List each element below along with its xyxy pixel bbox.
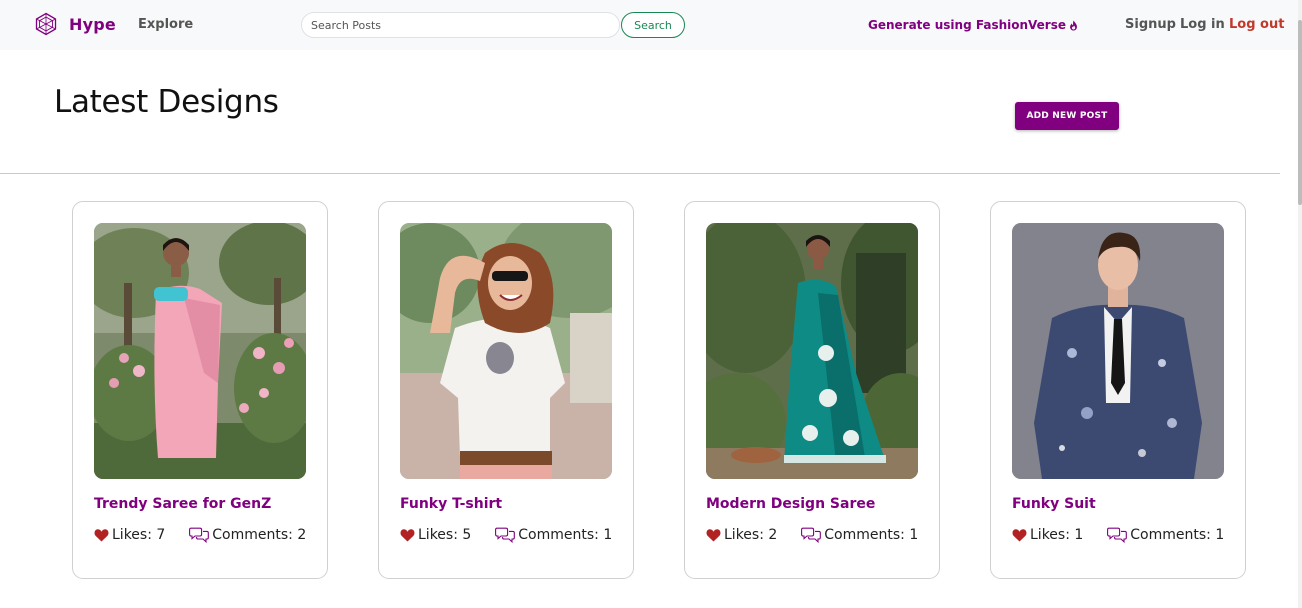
- post-card[interactable]: Funky Suit Likes: 1 Comments: 1: [990, 201, 1246, 579]
- nav-link-logout[interactable]: Log out: [1229, 17, 1284, 32]
- likes-count: Likes: 1: [1030, 527, 1083, 543]
- post-image-pink-saree[interactable]: [94, 223, 306, 479]
- page: Hype Explore Search Generate using Fashi…: [0, 0, 1302, 608]
- heart-icon: [1012, 528, 1027, 542]
- post-card[interactable]: Trendy Saree for GenZ Likes: 7 Comments:…: [72, 201, 328, 579]
- likes-stat[interactable]: Likes: 7: [94, 527, 165, 543]
- generate-fashionverse-link[interactable]: Generate using FashionVerse: [868, 18, 1078, 32]
- likes-count: Likes: 2: [724, 527, 777, 543]
- search-input[interactable]: [301, 12, 620, 38]
- post-title[interactable]: Modern Design Saree: [706, 496, 875, 512]
- flame-icon: [1069, 20, 1078, 31]
- comments-count: Comments: 1: [518, 527, 612, 543]
- chat-bubbles-icon: [189, 527, 209, 543]
- page-scrollbar[interactable]: [1298, 0, 1302, 608]
- brand-name: Hype: [69, 15, 116, 34]
- nav-link-login[interactable]: Log in: [1180, 17, 1225, 32]
- post-image-white-tshirt[interactable]: [400, 223, 612, 479]
- heart-icon: [94, 528, 109, 542]
- nav-link-explore[interactable]: Explore: [138, 17, 193, 32]
- post-title[interactable]: Trendy Saree for GenZ: [94, 496, 271, 512]
- header-divider: [0, 173, 1280, 174]
- post-title[interactable]: Funky Suit: [1012, 496, 1096, 512]
- heart-icon: [400, 528, 415, 542]
- post-stats: Likes: 1 Comments: 1: [1012, 527, 1224, 543]
- post-card[interactable]: Funky T-shirt Likes: 5 Comments: 1: [378, 201, 634, 579]
- likes-count: Likes: 5: [418, 527, 471, 543]
- post-stats: Likes: 5 Comments: 1: [400, 527, 612, 543]
- likes-stat[interactable]: Likes: 5: [400, 527, 471, 543]
- page-title: Latest Designs: [54, 84, 279, 120]
- post-image-galaxy-suit[interactable]: [1012, 223, 1224, 479]
- generate-label: Generate using FashionVerse: [868, 18, 1066, 32]
- scrollbar-thumb[interactable]: [1298, 20, 1302, 205]
- chat-bubbles-icon: [1107, 527, 1127, 543]
- navbar: Hype Explore Search Generate using Fashi…: [0, 0, 1298, 50]
- post-image-teal-saree[interactable]: [706, 223, 918, 479]
- comments-count: Comments: 1: [1130, 527, 1224, 543]
- post-stats: Likes: 7 Comments: 2: [94, 527, 306, 543]
- chat-bubbles-icon: [495, 527, 515, 543]
- search-button[interactable]: Search: [621, 12, 685, 38]
- comments-stat[interactable]: Comments: 1: [801, 527, 918, 543]
- add-new-post-button[interactable]: ADD NEW POST: [1015, 102, 1119, 130]
- comments-stat[interactable]: Comments: 2: [189, 527, 306, 543]
- post-stats: Likes: 2 Comments: 1: [706, 527, 918, 543]
- comments-count: Comments: 1: [824, 527, 918, 543]
- comments-stat[interactable]: Comments: 1: [1107, 527, 1224, 543]
- comments-count: Comments: 2: [212, 527, 306, 543]
- hexagon-logo-icon: [34, 12, 58, 36]
- comments-stat[interactable]: Comments: 1: [495, 527, 612, 543]
- post-card[interactable]: Modern Design Saree Likes: 2 Comments: 1: [684, 201, 940, 579]
- nav-link-signup[interactable]: Signup: [1125, 17, 1176, 32]
- likes-count: Likes: 7: [112, 527, 165, 543]
- likes-stat[interactable]: Likes: 1: [1012, 527, 1083, 543]
- chat-bubbles-icon: [801, 527, 821, 543]
- brand-link[interactable]: Hype: [34, 12, 116, 36]
- likes-stat[interactable]: Likes: 2: [706, 527, 777, 543]
- heart-icon: [706, 528, 721, 542]
- post-title[interactable]: Funky T-shirt: [400, 496, 502, 512]
